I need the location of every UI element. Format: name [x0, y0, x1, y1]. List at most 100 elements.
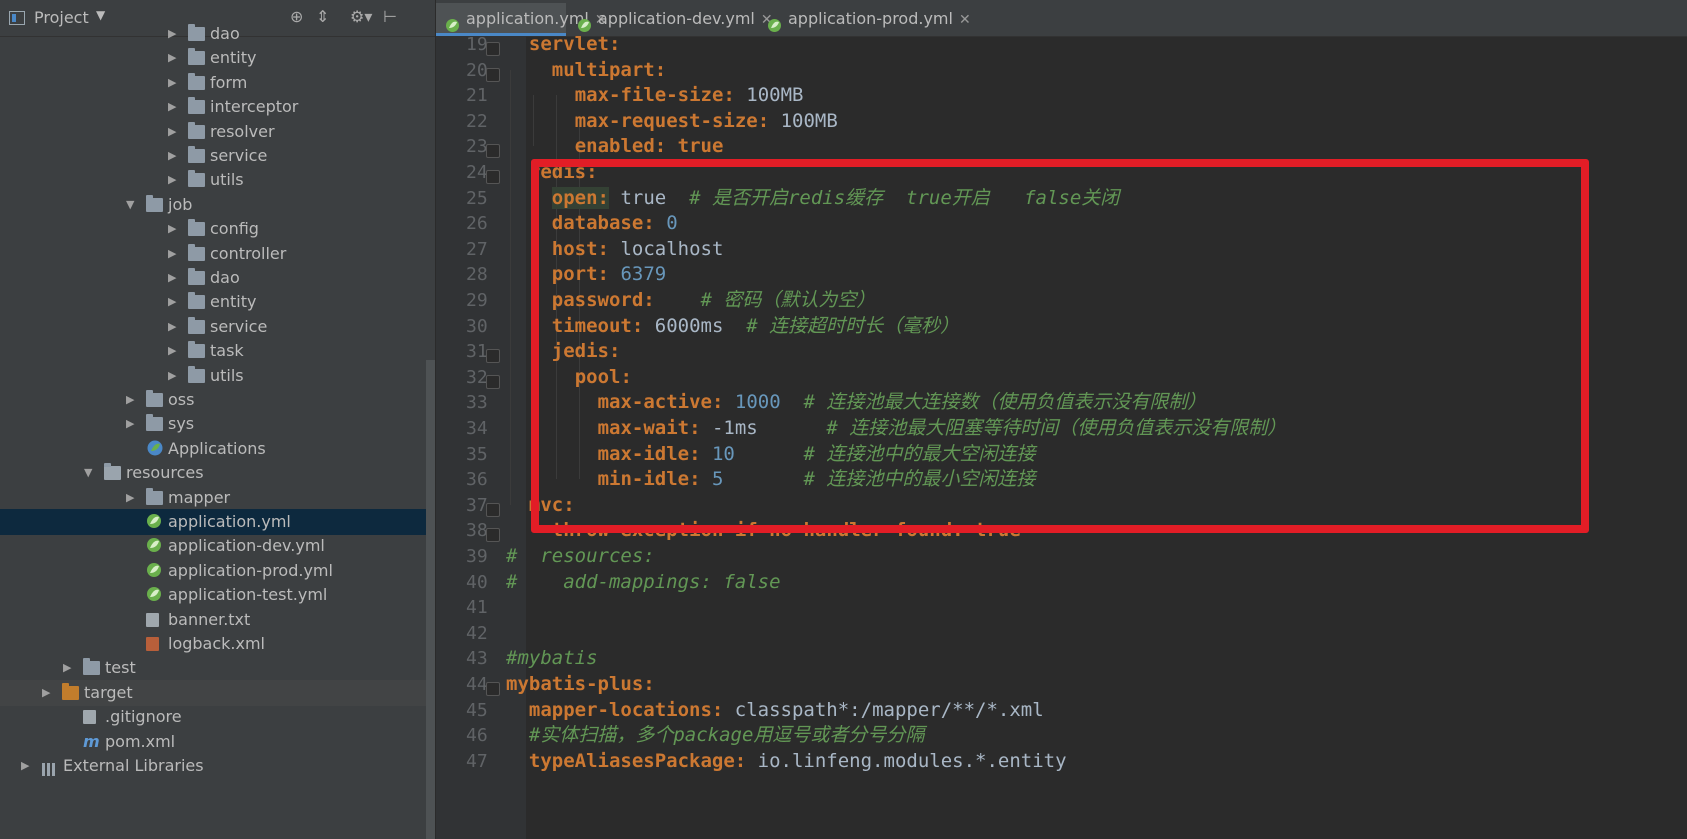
- tree-item[interactable]: ▶ controller: [0, 241, 426, 267]
- fold-marker-icon[interactable]: [486, 170, 500, 184]
- expand-arrow-right-icon[interactable]: ▶: [168, 143, 180, 169]
- tree-item-label: oss: [168, 390, 195, 409]
- line-number: 33: [466, 392, 488, 414]
- tree-item[interactable]: application-dev.yml: [0, 533, 426, 559]
- expand-arrow-right-icon[interactable]: ▶: [168, 289, 180, 315]
- tree-item[interactable]: ▶ service: [0, 143, 426, 169]
- code-token: servlet:: [528, 33, 621, 55]
- tree-item[interactable]: ▶ dao: [0, 21, 426, 47]
- code-line[interactable]: # add-mappings: false: [506, 569, 781, 597]
- tree-item[interactable]: ▶ entity: [0, 289, 426, 315]
- spring-leaf-icon: [146, 538, 163, 553]
- code-line[interactable]: servlet:: [529, 31, 621, 59]
- code-token: mybatis-plus:: [506, 673, 655, 695]
- expand-arrow-right-icon[interactable]: ▶: [126, 387, 138, 413]
- code-token: classpath*:/mapper/**/*.xml: [734, 698, 1044, 721]
- folder-icon: [146, 487, 163, 505]
- tree-item[interactable]: ▶ utils: [0, 167, 426, 193]
- tree-item[interactable]: ▼ resources: [0, 460, 426, 486]
- expand-arrow-down-icon[interactable]: ▼: [126, 192, 138, 218]
- tree-item[interactable]: ▶ utils: [0, 363, 426, 389]
- indent-guide: [532, 95, 534, 147]
- expand-arrow-right-icon[interactable]: ▶: [63, 655, 75, 681]
- code-line[interactable]: #实体扫描，多个package用逗号或者分号分隔: [529, 722, 925, 750]
- tree-item[interactable]: ▶ test: [0, 655, 426, 681]
- expand-arrow-right-icon[interactable]: ▶: [168, 241, 180, 267]
- tree-item[interactable]: ▶ target: [0, 679, 426, 706]
- expand-arrow-right-icon[interactable]: ▶: [168, 167, 180, 193]
- tree-item[interactable]: application.yml: [0, 509, 426, 535]
- tree-item[interactable]: logback.xml: [0, 631, 426, 657]
- tree-item[interactable]: ▶ sys: [0, 411, 426, 437]
- tree-item[interactable]: ▶ mapper: [0, 485, 426, 511]
- tree-item[interactable]: .gitignore: [0, 704, 426, 730]
- code-token: #实体扫描，多个package用逗号或者分号分隔: [528, 724, 925, 747]
- code-line[interactable]: typeAliasesPackage: io.linfeng.modules.*…: [529, 748, 1067, 776]
- fold-marker-icon[interactable]: [486, 528, 500, 543]
- tree-item-label: resolver: [210, 121, 275, 141]
- code-line[interactable]: max-request-size: 100MB: [575, 108, 838, 136]
- tree-item[interactable]: ▼ job: [0, 192, 426, 218]
- tree-item[interactable]: ▶ entity: [0, 45, 426, 71]
- code-line[interactable]: mapper-locations: classpath*:/mapper/**/…: [529, 697, 1044, 725]
- code-line[interactable]: multipart:: [552, 57, 666, 85]
- expand-arrow-right-icon[interactable]: ▶: [168, 119, 180, 145]
- expand-arrow-right-icon[interactable]: ▶: [168, 94, 180, 120]
- chevron-down-icon[interactable]: ▼: [96, 8, 105, 22]
- expand-arrow-right-icon[interactable]: ▶: [168, 21, 180, 47]
- fold-marker-icon[interactable]: [486, 682, 500, 696]
- tree-item-label: banner.txt: [168, 609, 251, 629]
- expand-arrow-right-icon[interactable]: ▶: [42, 680, 54, 706]
- tree-item-label: application-prod.yml: [168, 560, 333, 580]
- tree-item[interactable]: application-prod.yml: [0, 558, 426, 584]
- expand-arrow-right-icon[interactable]: ▶: [168, 363, 180, 389]
- code-line[interactable]: # resources:: [506, 543, 655, 571]
- code-token: true: [677, 135, 724, 158]
- editor-tab[interactable]: application-prod.yml ✕: [758, 3, 971, 35]
- code-line[interactable]: #mybatis: [506, 645, 598, 673]
- code-token: # add-mappings: false: [506, 570, 781, 593]
- folder-icon: [188, 24, 205, 41]
- fold-marker-icon[interactable]: [486, 349, 500, 364]
- tree-item[interactable]: m pom.xml: [0, 729, 426, 755]
- tree-item[interactable]: banner.txt: [0, 607, 426, 633]
- tree-item-label: mapper: [168, 487, 231, 507]
- fold-marker-icon[interactable]: [486, 67, 500, 82]
- tree-item[interactable]: ▶ interceptor: [0, 94, 426, 120]
- expand-arrow-right-icon[interactable]: ▶: [168, 265, 180, 291]
- tree-scrollbar[interactable]: [426, 360, 435, 839]
- tree-item-label: controller: [210, 243, 287, 263]
- expand-arrow-right-icon[interactable]: ▶: [168, 216, 180, 242]
- expand-arrow-right-icon[interactable]: ▶: [126, 485, 138, 511]
- tree-item[interactable]: ▶ form: [0, 70, 426, 96]
- tree-item[interactable]: ▶ dao: [0, 265, 426, 291]
- project-panel: Project ▼ ⊕ ⇕ ⚙▾ ⊢ ▶ dao ▶ entity ▶ form ▶ inte…: [0, 0, 435, 839]
- tree-item[interactable]: ▶ service: [0, 314, 426, 340]
- expand-arrow-right-icon[interactable]: ▶: [168, 70, 180, 96]
- tree-item[interactable]: ▶ config: [0, 216, 426, 242]
- line-number: 30: [466, 315, 488, 337]
- fold-marker-icon[interactable]: [486, 502, 500, 517]
- code-line[interactable]: max-file-size: 100MB: [575, 82, 804, 110]
- fold-marker-icon[interactable]: [486, 144, 500, 159]
- code-line[interactable]: enabled: true: [575, 133, 724, 161]
- code-token: max-file-size:: [574, 84, 747, 107]
- close-icon[interactable]: ✕: [959, 12, 971, 28]
- fold-marker-icon[interactable]: [486, 374, 500, 389]
- expand-arrow-right-icon[interactable]: ▶: [168, 338, 180, 364]
- tree-item[interactable]: ▶ task: [0, 338, 426, 364]
- tree-item[interactable]: ▶ oss: [0, 387, 426, 413]
- tree-item[interactable]: ▶ resolver: [0, 119, 426, 145]
- tree-item[interactable]: Applications: [0, 436, 426, 462]
- expand-arrow-right-icon[interactable]: ▶: [126, 411, 138, 437]
- tree-item[interactable]: ▶ External Libraries: [0, 753, 426, 779]
- folder-icon: [188, 268, 205, 285]
- fold-marker-icon[interactable]: [486, 42, 500, 56]
- code-line[interactable]: mybatis-plus:: [506, 671, 655, 699]
- tree-item[interactable]: application-test.yml: [0, 582, 426, 608]
- expand-arrow-right-icon[interactable]: ▶: [168, 314, 180, 340]
- expand-arrow-right-icon[interactable]: ▶: [21, 753, 33, 779]
- folder-icon: [188, 121, 205, 139]
- expand-arrow-right-icon[interactable]: ▶: [168, 45, 180, 71]
- expand-arrow-down-icon[interactable]: ▼: [84, 460, 96, 486]
